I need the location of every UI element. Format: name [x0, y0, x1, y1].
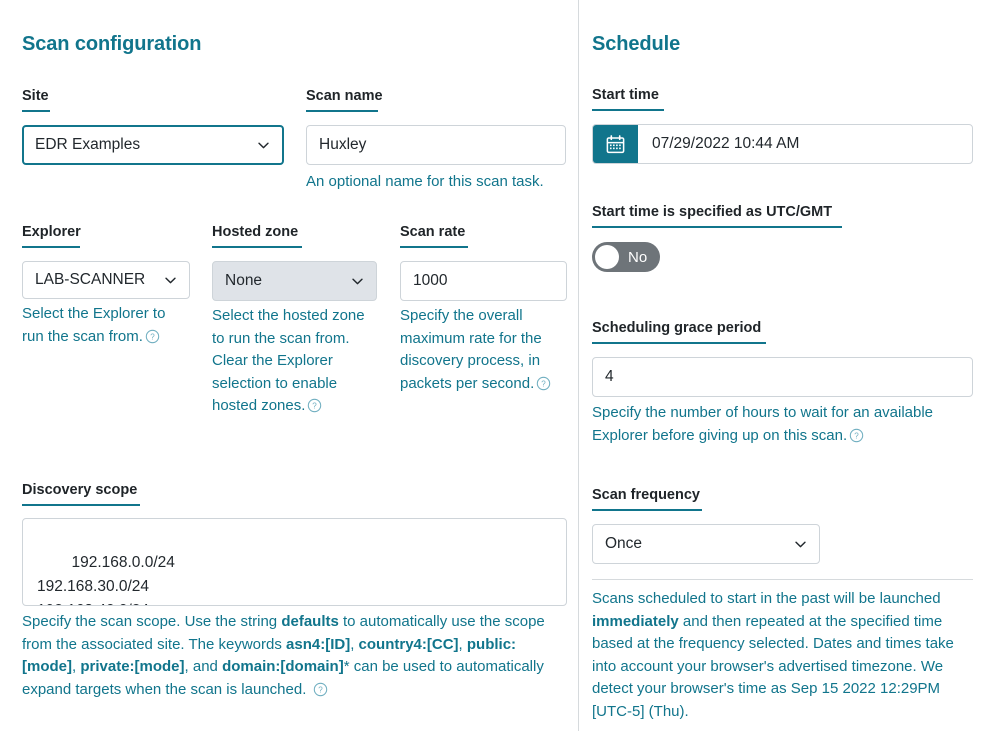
schedule-column: Schedule Start time — [579, 0, 993, 731]
scan-configuration-page: Scan configuration Site EDR Examples Sca… — [0, 0, 993, 731]
grace-period-label: Scheduling grace period — [592, 319, 973, 337]
scan-frequency-divider — [592, 579, 973, 580]
start-time-field: Start time — [592, 86, 973, 164]
calendar-icon[interactable] — [593, 125, 638, 163]
site-select-value: EDR Examples — [35, 136, 251, 154]
scan-name-label: Scan name — [306, 87, 566, 105]
discovery-scope-field: Discovery scope 192.168.0.0/24 192.168.3… — [22, 481, 567, 701]
help-circle-icon[interactable]: ? — [307, 398, 322, 413]
svg-text:?: ? — [854, 431, 859, 440]
utc-toggle-label: Start time is specified as UTC/GMT — [592, 203, 973, 221]
scan-rate-label: Scan rate — [400, 223, 567, 241]
scan-frequency-label: Scan frequency — [592, 486, 973, 504]
help-circle-icon[interactable]: ? — [849, 428, 864, 443]
svg-text:?: ? — [150, 332, 155, 341]
help-circle-icon[interactable]: ? — [145, 329, 160, 344]
explorer-label-underline — [22, 246, 80, 248]
site-select[interactable]: EDR Examples — [22, 125, 284, 165]
scan-rate-label-underline — [400, 246, 468, 248]
start-time-label-underline — [592, 109, 664, 111]
discovery-scope-label-underline — [22, 504, 140, 506]
scan-frequency-label-underline — [592, 509, 702, 511]
scan-rate-input[interactable]: 1000 — [400, 261, 567, 301]
utc-toggle-label-underline — [592, 226, 842, 228]
discovery-scope-textarea[interactable]: 192.168.0.0/24 192.168.30.0/24 192.168.4… — [22, 518, 567, 606]
site-label-underline — [22, 110, 50, 112]
scan-name-value: Huxley — [319, 136, 553, 154]
scan-frequency-value: Once — [605, 535, 788, 553]
toggle-knob — [595, 245, 619, 269]
help-circle-icon[interactable]: ? — [313, 682, 328, 697]
scan-configuration-column: Scan configuration Site EDR Examples Sca… — [0, 0, 578, 731]
chevron-down-icon — [794, 538, 807, 551]
chevron-down-icon — [164, 274, 177, 287]
scan-frequency-select[interactable]: Once — [592, 524, 820, 564]
hosted-zone-help-text: Select the hosted zone to run the scan f… — [212, 307, 365, 414]
scan-rate-help: Specify the overall maximum rate for the… — [400, 305, 567, 395]
hosted-zone-label: Hosted zone — [212, 223, 377, 241]
scan-name-field: Scan name Huxley An optional name for th… — [306, 87, 566, 194]
hosted-zone-label-underline — [212, 246, 302, 248]
svg-text:?: ? — [313, 402, 318, 411]
start-time-input-group[interactable]: 07/29/2022 10:44 AM — [592, 124, 973, 164]
scan-rate-help-text: Specify the overall maximum rate for the… — [400, 307, 542, 392]
scan-name-input[interactable]: Huxley — [306, 125, 566, 165]
scan-name-help: An optional name for this scan task. — [306, 171, 566, 194]
grace-period-label-underline — [592, 342, 766, 344]
discovery-scope-help: Specify the scan scope. Use the string d… — [22, 611, 567, 701]
discovery-scope-help-text: Specify the scan scope. Use the string d… — [22, 613, 545, 698]
scan-rate-value: 1000 — [413, 272, 554, 290]
hosted-zone-field: Hosted zone None Select the hosted zone … — [212, 223, 377, 418]
hosted-zone-select[interactable]: None — [212, 261, 377, 301]
grace-period-field: Scheduling grace period 4 Specify the nu… — [592, 319, 973, 447]
explorer-select-value: LAB-SCANNER — [35, 271, 158, 289]
svg-text:?: ? — [318, 685, 323, 694]
site-label: Site — [22, 87, 284, 105]
hosted-zone-select-value: None — [225, 272, 345, 290]
explorer-field: Explorer LAB-SCANNER Select the Explorer… — [22, 223, 190, 348]
explorer-select[interactable]: LAB-SCANNER — [22, 261, 190, 299]
schedule-title: Schedule — [592, 33, 680, 56]
grace-period-help: Specify the number of hours to wait for … — [592, 402, 973, 447]
utc-toggle[interactable]: No — [592, 242, 660, 272]
explorer-label: Explorer — [22, 223, 190, 241]
utc-toggle-state: No — [628, 249, 647, 266]
chevron-down-icon — [351, 275, 364, 288]
scan-configuration-title: Scan configuration — [22, 33, 201, 56]
svg-text:?: ? — [542, 379, 547, 388]
site-field: Site EDR Examples — [22, 87, 284, 165]
grace-period-help-text: Specify the number of hours to wait for … — [592, 404, 933, 444]
scan-frequency-help: Scans scheduled to start in the past wil… — [592, 588, 973, 723]
explorer-help: Select the Explorer to run the scan from… — [22, 303, 190, 348]
chevron-down-icon — [257, 139, 270, 152]
scan-frequency-field: Scan frequency Once Scans scheduled to s… — [592, 486, 973, 723]
start-time-value[interactable]: 07/29/2022 10:44 AM — [638, 125, 972, 163]
grace-period-value: 4 — [605, 368, 960, 386]
utc-toggle-field: Start time is specified as UTC/GMT No — [592, 203, 973, 272]
hosted-zone-help: Select the hosted zone to run the scan f… — [212, 305, 377, 418]
help-circle-icon[interactable]: ? — [536, 376, 551, 391]
scan-rate-field: Scan rate 1000 Specify the overall maxim… — [400, 223, 567, 395]
discovery-scope-label: Discovery scope — [22, 481, 567, 499]
grace-period-input[interactable]: 4 — [592, 357, 973, 397]
discovery-scope-value: 192.168.0.0/24 192.168.30.0/24 192.168.4… — [37, 554, 175, 606]
start-time-label: Start time — [592, 86, 973, 104]
scan-name-label-underline — [306, 110, 378, 112]
resize-grip-icon[interactable] — [552, 592, 563, 603]
